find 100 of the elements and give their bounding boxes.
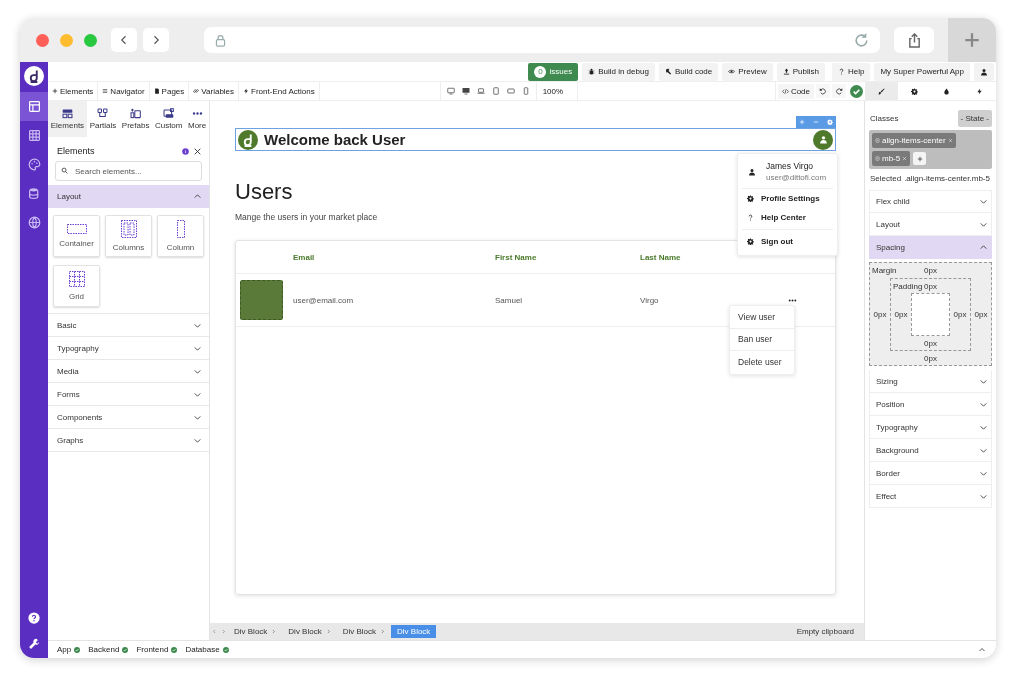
element-tab[interactable]: Prefabs [119, 101, 153, 137]
wrench-icon[interactable] [28, 638, 40, 650]
menu-item[interactable]: Delete user [730, 351, 794, 374]
toolbar-button[interactable]: My Super Powerful App [874, 62, 970, 81]
menu-item[interactable]: Ban user [730, 328, 794, 351]
toolbar-button[interactable]: Preview [722, 62, 773, 81]
reload-icon[interactable] [853, 31, 870, 49]
zoom-level[interactable]: 100% [536, 82, 579, 100]
toolbar-tab[interactable]: Pages [149, 82, 190, 100]
menu-item[interactable]: Sign out [742, 232, 833, 251]
chevron-up-icon [193, 192, 202, 201]
breadcrumb[interactable]: Div Block [282, 625, 337, 638]
table-cell-text: user@email.com [293, 295, 355, 305]
undo-button[interactable] [816, 84, 830, 98]
section-header[interactable]: Position [869, 393, 992, 416]
spacing-value[interactable]: 0px [971, 278, 991, 351]
user-name: James Virgo [766, 161, 815, 171]
settings-icon [910, 87, 918, 95]
bug-icon [588, 68, 596, 75]
toolbar-tab[interactable]: Front-End Actions [239, 82, 320, 100]
breadcrumb[interactable]: Div Block [228, 625, 283, 638]
section-header[interactable]: Components [48, 406, 209, 429]
selected-classes: .align-items-center.mb-5 [904, 174, 990, 183]
close-button[interactable] [36, 33, 49, 47]
issues-button[interactable]: 0 issues [528, 62, 579, 81]
element-tile[interactable]: Columns [105, 215, 152, 257]
close-icon[interactable] [193, 146, 202, 156]
element-tile[interactable]: Grid [53, 265, 100, 307]
spacing-value[interactable]: 0px [891, 293, 911, 336]
subtitle: Mange the users in your market place [235, 212, 378, 222]
redo-button[interactable] [832, 84, 846, 98]
section-header[interactable]: Forms [48, 383, 209, 406]
section-header[interactable]: Flex child [869, 190, 992, 213]
chevron-up-icon[interactable] [978, 645, 986, 654]
plus-icon [963, 31, 981, 49]
toolbar-button[interactable]: Help [831, 62, 871, 81]
element-tab[interactable]: Elements [48, 101, 87, 137]
spacing-value[interactable]: 0px [891, 336, 970, 350]
toolbar-tab[interactable]: Elements [48, 82, 99, 100]
settings-icon [747, 195, 754, 202]
spacing-value[interactable]: 0px [924, 281, 937, 291]
columns-icon [120, 220, 137, 238]
element-tile[interactable]: Container [53, 215, 100, 257]
settings-button[interactable] [827, 119, 833, 125]
class-chip[interactable]: mb-5 [872, 151, 911, 166]
service-label: Backend [88, 645, 120, 654]
search-field[interactable]: Search elements... [55, 161, 202, 181]
chevron-right-icon [380, 629, 386, 634]
section-header[interactable]: Effect [869, 485, 992, 508]
spacing-value[interactable]: 0px [870, 278, 890, 351]
toolbar-button[interactable]: Build in debug [582, 62, 655, 81]
user-email: user@dittofi.com [766, 173, 827, 182]
section-header[interactable]: Basic [48, 314, 209, 337]
logo-icon [238, 129, 258, 150]
back-button[interactable] [111, 28, 137, 52]
maximize-button[interactable] [84, 33, 97, 47]
add-class-button[interactable] [913, 152, 927, 165]
account-button[interactable] [974, 62, 994, 81]
menu-item[interactable]: View user [730, 306, 794, 329]
menu-item[interactable]: Help Center [742, 208, 833, 227]
drop-icon [943, 87, 951, 95]
add-button[interactable] [799, 119, 805, 125]
column-icon [176, 220, 185, 238]
spacing-value[interactable]: 0px [870, 351, 991, 365]
element-tab[interactable]: Custom [152, 101, 186, 137]
toolbar-button[interactable]: Build code [658, 62, 719, 81]
toolbar-tab[interactable]: Navigator [98, 82, 150, 100]
section-header[interactable]: Border [869, 462, 992, 485]
section-header[interactable]: Spacing [869, 236, 992, 259]
code-button[interactable]: Code [777, 83, 814, 99]
toolbar-button[interactable]: Publish [776, 62, 825, 81]
element-tile[interactable]: Column [157, 215, 204, 257]
section-header[interactable]: Sizing [869, 370, 992, 393]
section-header[interactable]: Layout [48, 185, 209, 208]
section-header[interactable]: Typography [48, 337, 209, 360]
section-header[interactable]: Typography [869, 416, 992, 439]
help-icon[interactable] [28, 612, 40, 624]
breadcrumb[interactable]: Div Block [336, 625, 392, 638]
spacing-value[interactable]: 0px [950, 293, 970, 336]
spacing-value[interactable]: 0px [924, 266, 937, 275]
menu-item[interactable]: Profile Settings [742, 189, 833, 208]
list-icon [102, 88, 109, 94]
elements-icon [61, 108, 73, 119]
table-icon [27, 129, 41, 142]
section-header[interactable]: Media [48, 360, 209, 383]
section-header[interactable]: Graphs [48, 429, 209, 452]
section-header[interactable]: Background [869, 439, 992, 462]
share-button[interactable] [894, 27, 934, 53]
selected-header[interactable]: Welcome back User [235, 128, 836, 151]
remove-button[interactable] [813, 119, 819, 125]
class-chip[interactable]: align-items-center [872, 133, 956, 148]
toolbar-tab[interactable]: Variables [189, 82, 240, 100]
avatar-button[interactable] [813, 129, 833, 150]
element-tab[interactable]: Partials [86, 101, 120, 137]
service-label: App [57, 645, 72, 654]
element-tab[interactable]: More [185, 101, 209, 137]
state-dropdown[interactable]: - State - [957, 110, 992, 127]
search-icon [61, 167, 68, 174]
page-icon [153, 88, 160, 94]
forward-button[interactable] [143, 28, 169, 52]
